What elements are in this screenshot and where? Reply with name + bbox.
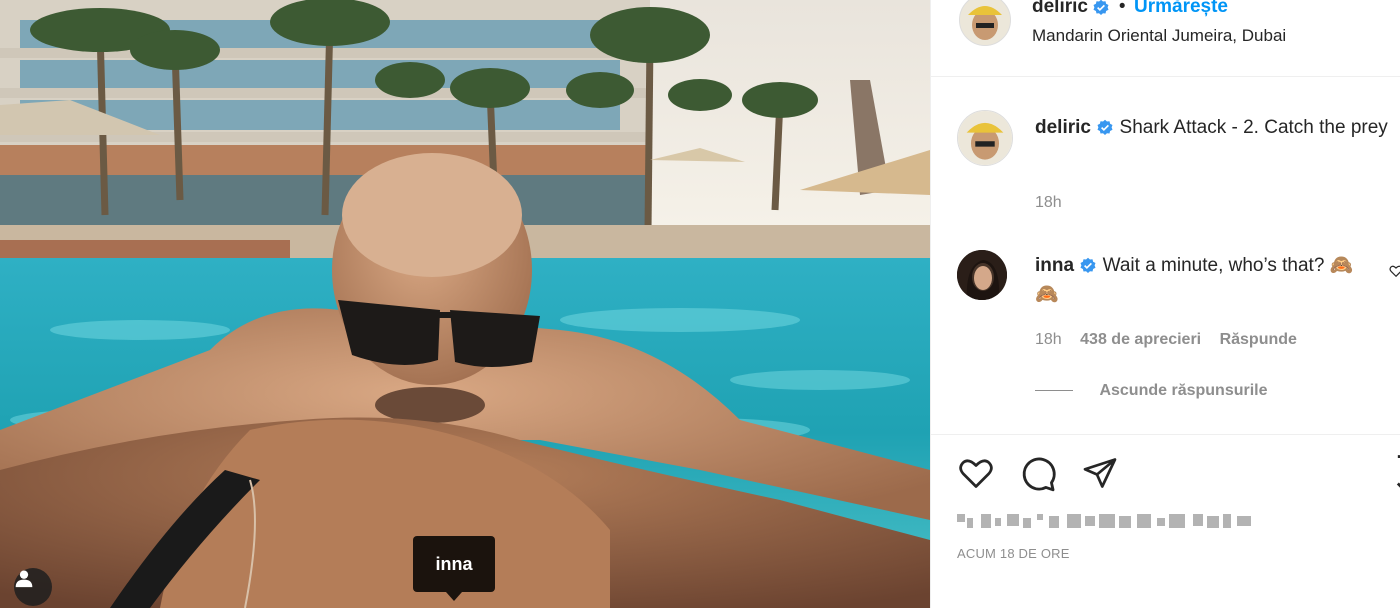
comment: inna Wait a minute, who’s that? 🙈🙈 xyxy=(1035,251,1375,309)
replies-toggle-label[interactable]: Ascunde răspunsurile xyxy=(1099,382,1267,399)
bookmark-icon[interactable] xyxy=(1395,455,1400,493)
obscured-likes-summary xyxy=(957,514,1251,528)
heart-icon[interactable] xyxy=(957,455,995,491)
photo-tag-label[interactable]: inna xyxy=(413,536,495,601)
caption-avatar[interactable] xyxy=(957,110,1013,166)
follow-button[interactable]: Urmărește xyxy=(1134,0,1228,17)
author-avatar[interactable] xyxy=(959,0,1011,46)
caption-username[interactable]: deliric xyxy=(1035,117,1091,138)
post-side-panel: deliric • Urmărește Mandarin Oriental Ju… xyxy=(930,0,1400,608)
post-photo[interactable]: inna xyxy=(0,0,930,608)
post-location[interactable]: Mandarin Oriental Jumeira, Dubai xyxy=(1032,26,1286,46)
author-username[interactable]: deliric xyxy=(1032,0,1088,17)
header-separator: • xyxy=(1118,0,1126,17)
verified-badge-icon xyxy=(1093,0,1109,15)
caption-text: Shark Attack - 2. Catch the prey xyxy=(1119,117,1388,138)
comment-icon[interactable] xyxy=(1019,455,1057,493)
verified-badge-icon xyxy=(1080,257,1096,274)
caption: deliric Shark Attack - 2. Catch the prey xyxy=(1035,113,1395,142)
user-tag-button[interactable] xyxy=(14,568,52,606)
verified-badge-icon xyxy=(1097,119,1113,136)
caption-time[interactable]: 18h xyxy=(1035,194,1062,212)
pool-photo-illustration xyxy=(0,0,930,608)
share-icon[interactable] xyxy=(1081,455,1119,491)
replies-toggle[interactable]: Ascunde răspunsurile xyxy=(1035,382,1268,400)
replies-divider xyxy=(1035,390,1073,392)
header-title-row: deliric • Urmărește xyxy=(1032,0,1228,18)
comment-time[interactable]: 18h xyxy=(1035,331,1062,348)
comment-reply-button[interactable]: Răspunde xyxy=(1220,331,1297,348)
comment-username[interactable]: inna xyxy=(1035,255,1074,276)
post-time-ago[interactable]: ACUM 18 DE ORE xyxy=(957,546,1070,561)
user-tag-icon xyxy=(15,570,33,588)
avatar-image xyxy=(960,0,1010,45)
comment-avatar[interactable] xyxy=(957,250,1007,300)
post-header: deliric • Urmărește Mandarin Oriental Ju… xyxy=(931,0,1400,77)
comment-heart-icon[interactable] xyxy=(1389,264,1400,278)
avatar-image xyxy=(958,111,1012,165)
comment-likes[interactable]: 438 de aprecieri xyxy=(1080,331,1201,348)
avatar-image xyxy=(957,250,1007,300)
comment-meta: 18h 438 de aprecieri Răspunde xyxy=(1035,331,1297,349)
